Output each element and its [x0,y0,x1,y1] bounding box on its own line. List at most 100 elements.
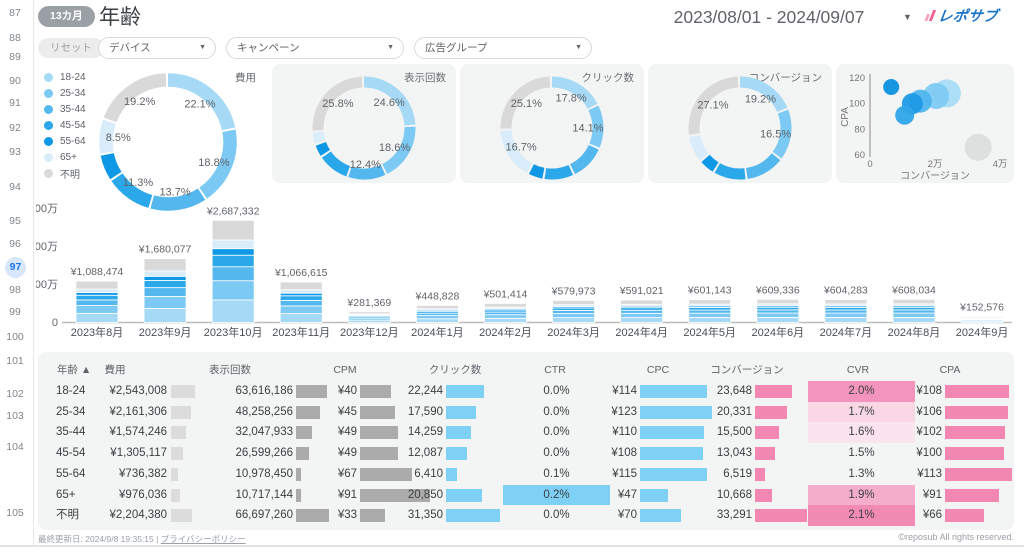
table-header-2[interactable]: 表示回数 [170,362,290,378]
cell-clicks: 14,259 [391,422,443,443]
cell-cost-bar [171,426,186,439]
scatter-chart: 608010012002万4万CPAコンバージョン [836,64,1014,184]
gutter-row-number[interactable]: 94 [0,177,30,197]
donut-percent-label: 22.1% [184,99,215,111]
donut-percent-label: 18.6% [379,142,410,154]
legend-color-dot [44,89,53,98]
bar-segment-25-34 [76,306,118,314]
gutter-row-number[interactable]: 95 [0,211,30,231]
table-header-1[interactable]: 費用 [55,362,175,378]
date-range-picker[interactable]: 2023/08/01 - 2024/09/07 [640,7,898,28]
cell-clicks-bar [446,406,476,419]
bar-segment-45-54 [280,296,322,301]
table-header-3[interactable]: CPM [285,362,405,378]
cell-cpm: ¥49 [315,422,357,443]
donut-chart-1: 24.6%18.6%12.4%25.8% [304,68,424,188]
cell-imp: 48,258,256 [208,402,293,423]
gutter-row-number-active[interactable]: 97 [5,257,26,278]
cell-cpa-bar [945,447,1004,460]
bar-value-label: ¥1,066,615 [274,267,328,279]
cell-imp: 26,599,266 [208,443,293,464]
bar-month-label: 2024年6月 [752,325,805,339]
cell-cvr: 1.9% [808,485,915,506]
svg-text:0: 0 [52,317,58,329]
bar-segment-25-34 [621,313,663,317]
gutter-row-number[interactable]: 101 [0,351,30,371]
cell-ctr: 0.0% [503,505,610,526]
gutter-row-number[interactable]: 92 [0,118,30,138]
table-row: 不明¥2,204,38066,697,260¥3331,350¥7033,291… [0,505,1024,526]
scatter-bubble-65+ [895,106,914,125]
legend-item-label: 45-54 [60,120,86,131]
cell-cvr: 2.0% [808,381,915,402]
cell-ctr: 0.2% [503,485,610,506]
bar-segment-25-34 [280,306,322,314]
bar-segment-35-44 [144,288,186,297]
table-row: 25-34¥2,161,30648,258,256¥4517,590¥12320… [0,402,1024,423]
donut-percent-label: 13.7% [159,187,190,199]
bar-month-label: 2024年3月 [547,325,600,339]
cell-ctr: 0.0% [503,443,610,464]
bar-month-label: 2024年1月 [411,325,464,339]
bar-segment-不明 [212,220,254,240]
footer-meta: 最終更新日: 2024/9/8 19:35:15 | プライバシーポリシー [38,533,246,545]
gutter-row-number[interactable]: 91 [0,93,30,113]
cell-imp-bar [296,489,301,502]
cell-cost: ¥976,036 [87,485,167,506]
bar-segment-35-44 [893,310,935,313]
gutter-row-number[interactable]: 87 [0,3,30,23]
period-badge: 13カ月 [38,6,95,27]
ad-group-filter-label: 広告グループ [425,42,487,54]
table-header-5[interactable]: CTR [495,362,615,378]
cell-clicks: 17,590 [391,402,443,423]
bar-segment-18-24 [689,317,731,322]
gutter-row-number[interactable]: 96 [0,234,30,254]
bar-segment-18-24 [825,317,867,322]
table-header-7[interactable]: コンバージョン [687,362,807,378]
bar-month-label: 2023年10月 [204,325,263,339]
table-row: 55-64¥736,38210,978,450¥676,410¥1156,519… [0,464,1024,485]
donut-percent-label: 19.2% [124,96,155,108]
cell-conv-bar [755,426,779,439]
bar-segment-18-24 [553,318,595,323]
bar-segment-不明 [484,303,526,307]
device-filter-label: デバイス [109,42,151,54]
gutter-row-number[interactable]: 88 [0,28,30,48]
svg-text:60: 60 [854,150,865,161]
table-header-9[interactable]: CPA [890,362,1010,378]
cell-cpm: ¥67 [315,464,357,485]
bar-segment-35-44 [757,310,799,313]
reset-button[interactable]: リセット [38,38,104,58]
gutter-row-number[interactable]: 100 [0,327,30,347]
gutter-row-number[interactable]: 93 [0,142,30,162]
ad-group-filter-dropdown[interactable]: 広告グループ ▼ [414,37,592,59]
legend-color-dot [44,137,53,146]
cell-ctr: 0.0% [503,402,610,423]
bar-segment-不明 [825,300,867,304]
privacy-policy-link[interactable]: プライバシーポリシー [161,534,246,544]
legend-item-label: 不明 [60,166,80,181]
gutter-row-number[interactable]: 98 [0,280,30,300]
cell-cost-bar [171,489,180,502]
page-title: 年齢 [99,1,141,31]
bar-segment-不明 [689,300,731,304]
copyright-text: ©reposub All rights reserved. [794,532,1014,542]
device-filter-dropdown[interactable]: デバイス ▼ [98,37,216,59]
bar-segment-25-34 [689,313,731,317]
campaign-filter-dropdown[interactable]: キャンペーン ▼ [226,37,404,59]
cell-cost-bar [171,385,195,398]
gutter-row-number[interactable]: 89 [0,47,30,67]
donut-percent-label: 12.4% [350,159,381,171]
legend-item-label: 25-34 [60,88,86,99]
cell-clicks-bar [446,385,484,398]
legend-item: 65+ [44,150,77,164]
cell-cvr: 2.1% [808,505,915,526]
gutter-row-number[interactable]: 90 [0,71,30,91]
svg-text:120: 120 [849,73,865,84]
table-row: 65+¥976,03610,717,144¥9120,850¥4710,668¥… [0,485,1024,506]
chevron-down-icon[interactable]: ▼ [903,12,912,22]
cell-imp: 32,047,933 [208,422,293,443]
bar-segment-18-24 [212,300,254,323]
gutter-row-number[interactable]: 99 [0,302,30,322]
donut-percent-label: 24.6% [374,97,405,109]
